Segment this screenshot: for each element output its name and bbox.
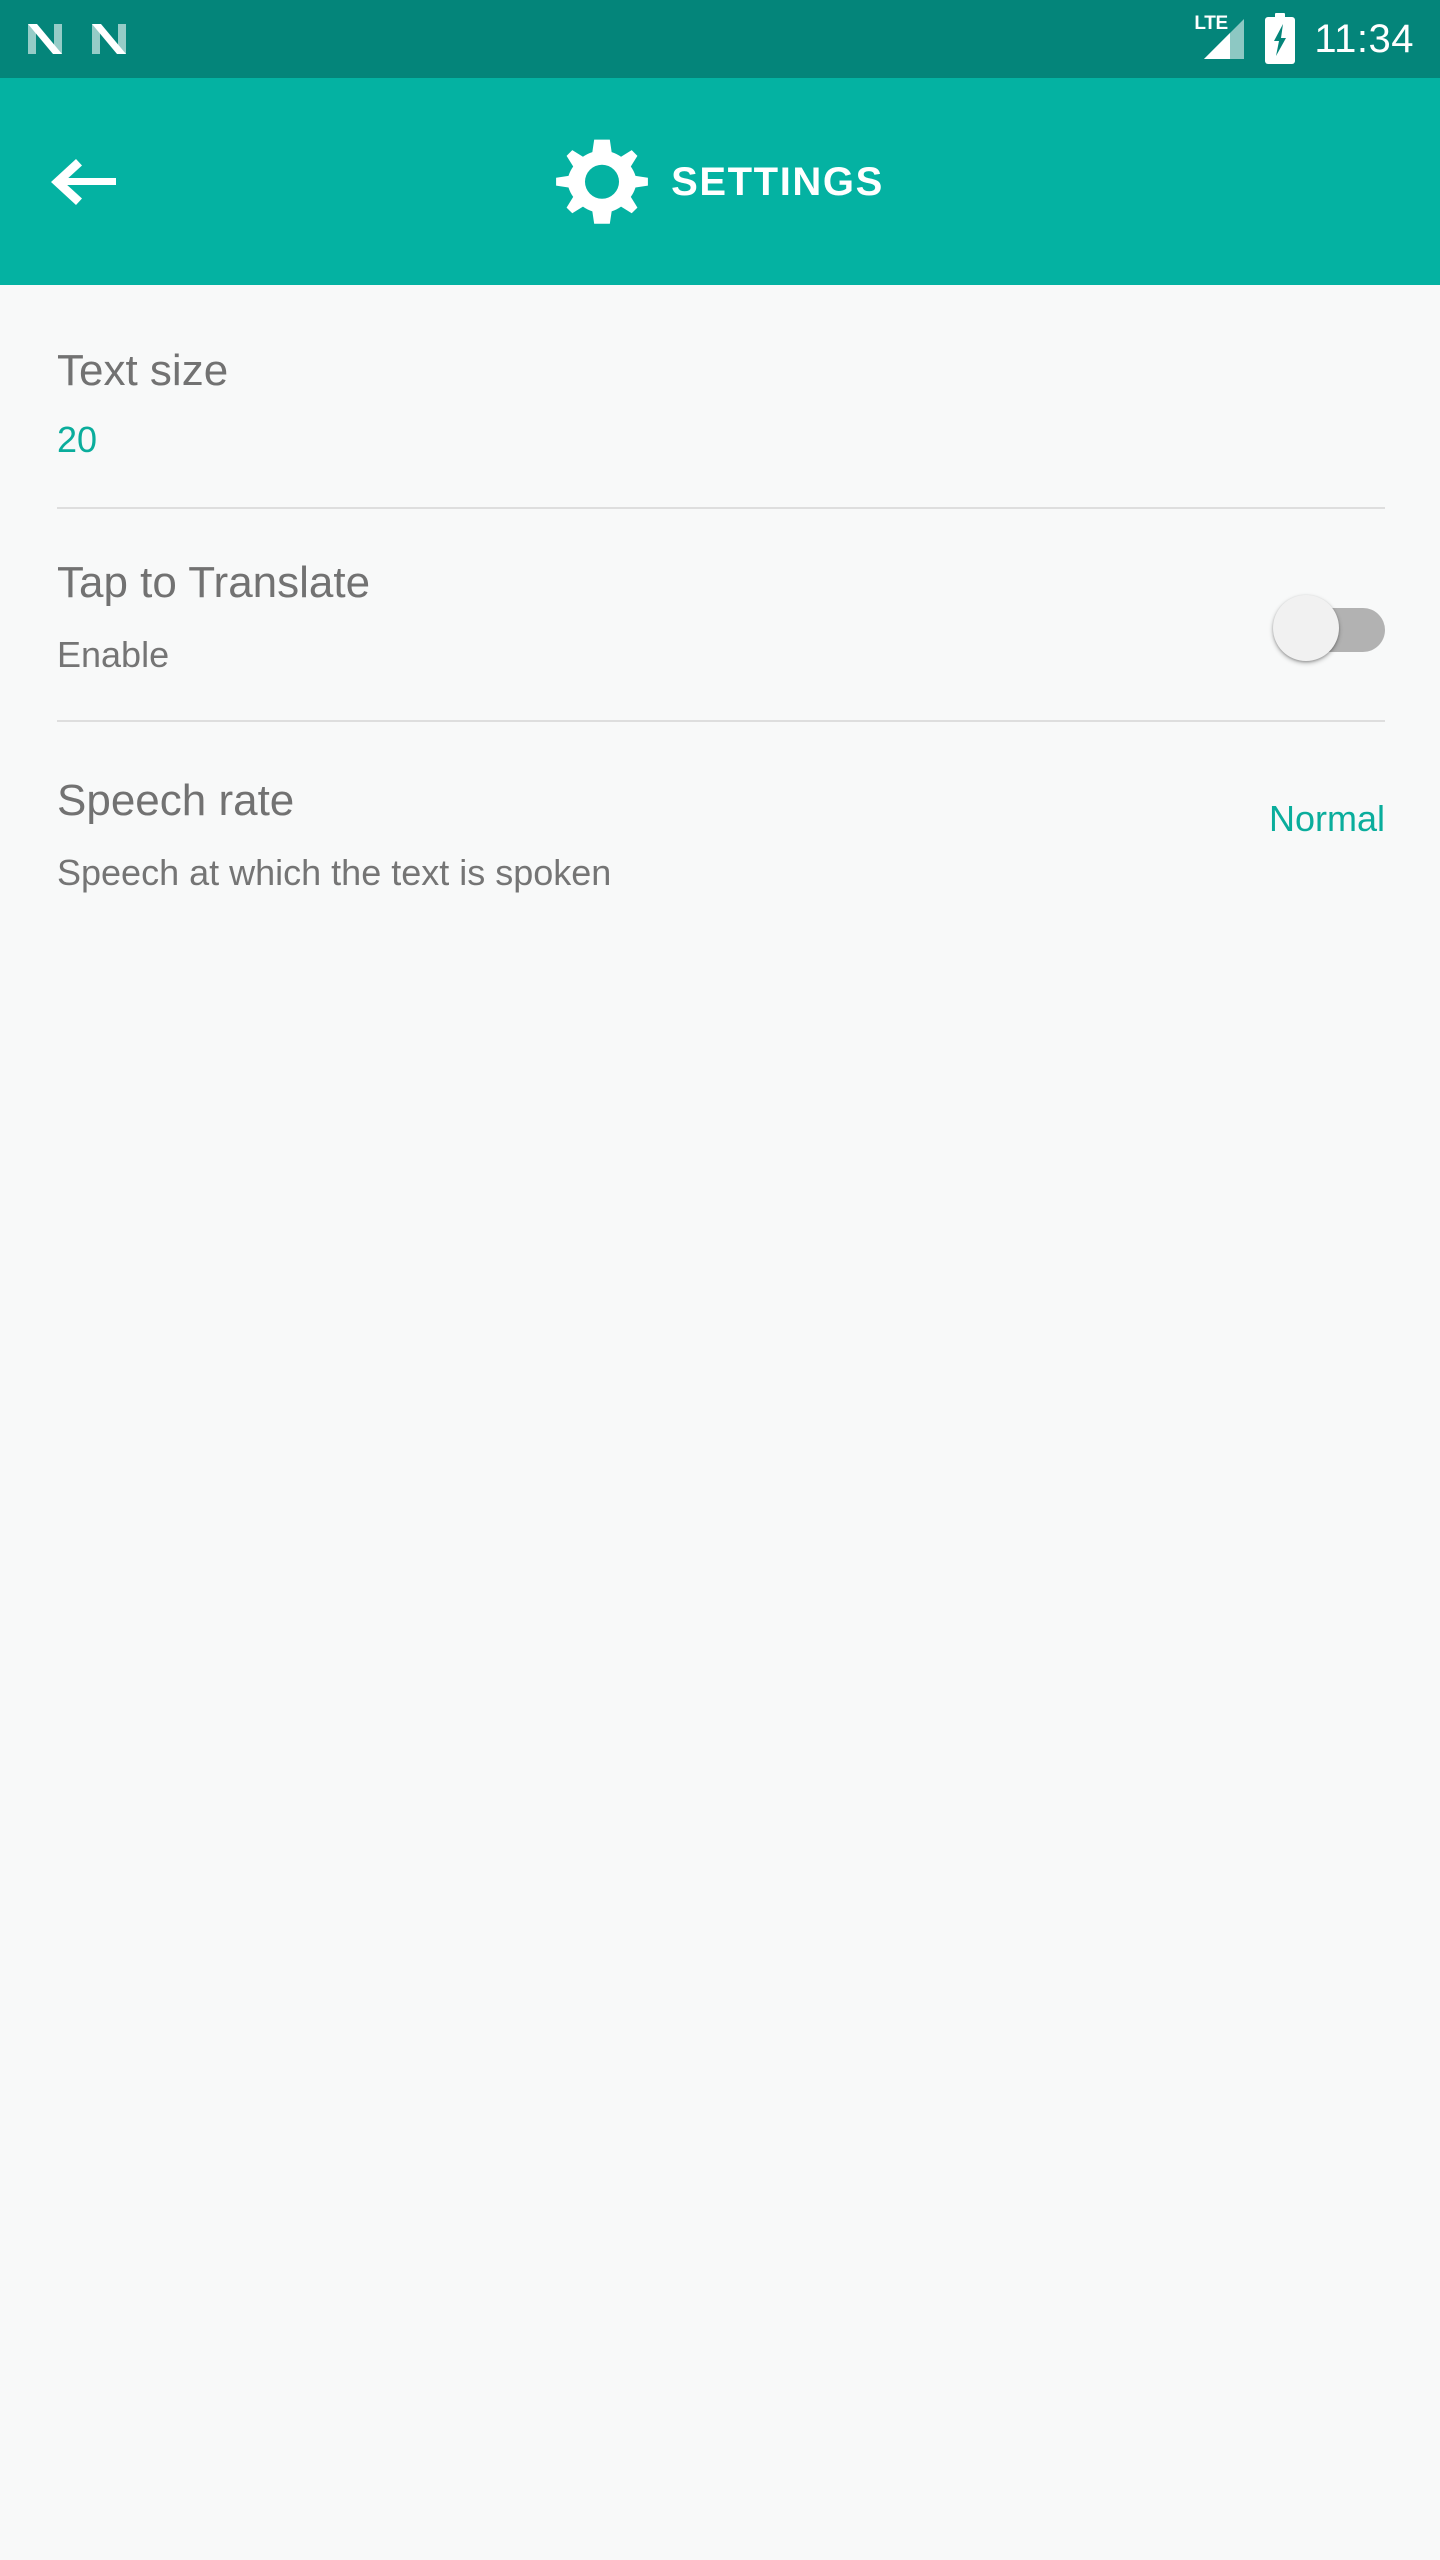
setting-value: 20 [57,419,98,461]
setting-subtitle: Enable [57,634,170,676]
battery-charging-icon [1265,13,1296,64]
settings-list: Text size 20 Tap to Translate Enable Spe… [0,285,1440,935]
page-title: SETTINGS [671,159,884,204]
setting-row-text-size[interactable]: Text size 20 [0,285,1440,507]
setting-subtitle: Speech at which the text is spoken [57,852,612,894]
signal-bars-icon: LTE [1194,14,1246,62]
clock-label: 11:34 [1314,17,1414,61]
gear-icon [556,139,648,224]
back-button[interactable] [38,137,128,227]
status-bar-indicators: LTE 11:34 [1194,13,1414,65]
app-bar-title-group: SETTINGS [0,136,1440,228]
arrow-left-icon [51,158,116,205]
app-bar: SETTINGS [0,78,1440,285]
n-logo-icon [92,24,126,54]
status-bar: LTE 11:34 [0,0,1440,78]
setting-row-tap-to-translate[interactable]: Tap to Translate Enable [0,509,1440,720]
n-logo-icon [28,24,62,54]
setting-title: Tap to Translate [57,558,371,608]
setting-row-speech-rate[interactable]: Speech rate Speech at which the text is … [0,722,1440,934]
tap-to-translate-toggle[interactable] [1273,595,1385,662]
status-bar-notifications [24,18,130,60]
setting-value: Normal [1268,798,1385,840]
toggle-thumb [1273,595,1339,662]
setting-title: Speech rate [57,776,295,826]
setting-title: Text size [57,346,229,395]
